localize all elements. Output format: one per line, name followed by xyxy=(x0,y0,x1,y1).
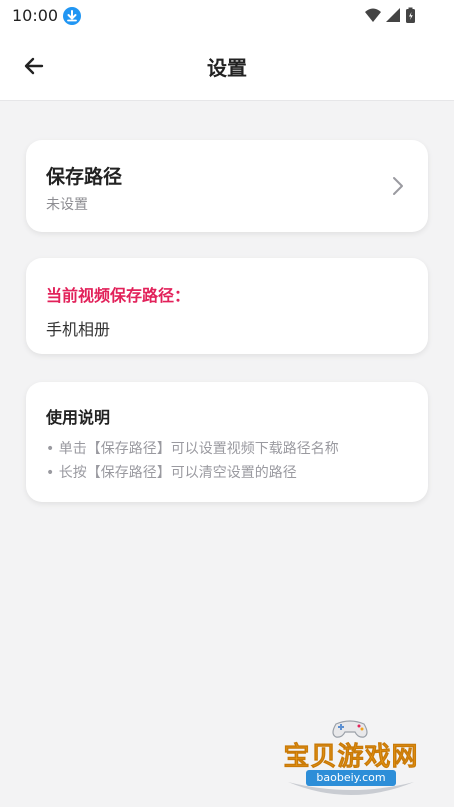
current-path-label: 当前视频保存路径： xyxy=(46,286,191,305)
swoosh-decoration xyxy=(288,782,414,795)
watermark-logo: 宝贝游戏网 baobeiy.com xyxy=(276,716,426,806)
instructions-heading: 使用说明 xyxy=(46,408,111,427)
watermark-brand: 宝贝游戏网 xyxy=(283,742,419,773)
instruction-line: • 长按【保存路径】可以清空设置的路径 xyxy=(46,465,297,481)
save-path-card[interactable]: 保存路径 未设置 xyxy=(26,140,428,232)
current-path-value: 手机相册 xyxy=(46,320,111,339)
signal-icon xyxy=(386,8,400,22)
current-path-card: 当前视频保存路径： 手机相册 xyxy=(26,258,428,354)
download-notification-icon xyxy=(62,6,82,26)
status-indicators xyxy=(364,6,418,26)
app-bar: 设置 xyxy=(0,32,454,101)
battery-icon xyxy=(406,7,415,23)
instructions-card: 使用说明 • 单击【保存路径】可以设置视频下载路径名称 • 长按【保存路径】可以… xyxy=(26,382,428,502)
save-path-title: 保存路径 xyxy=(46,166,123,188)
status-time: 10:00 xyxy=(12,6,59,25)
status-bar: 10:00 xyxy=(0,0,454,32)
instruction-line: • 单击【保存路径】可以设置视频下载路径名称 xyxy=(46,441,339,457)
save-path-value: 未设置 xyxy=(46,197,88,213)
wifi-icon xyxy=(365,8,381,22)
chevron-right-icon xyxy=(393,177,403,195)
page-title: 设置 xyxy=(207,56,247,80)
